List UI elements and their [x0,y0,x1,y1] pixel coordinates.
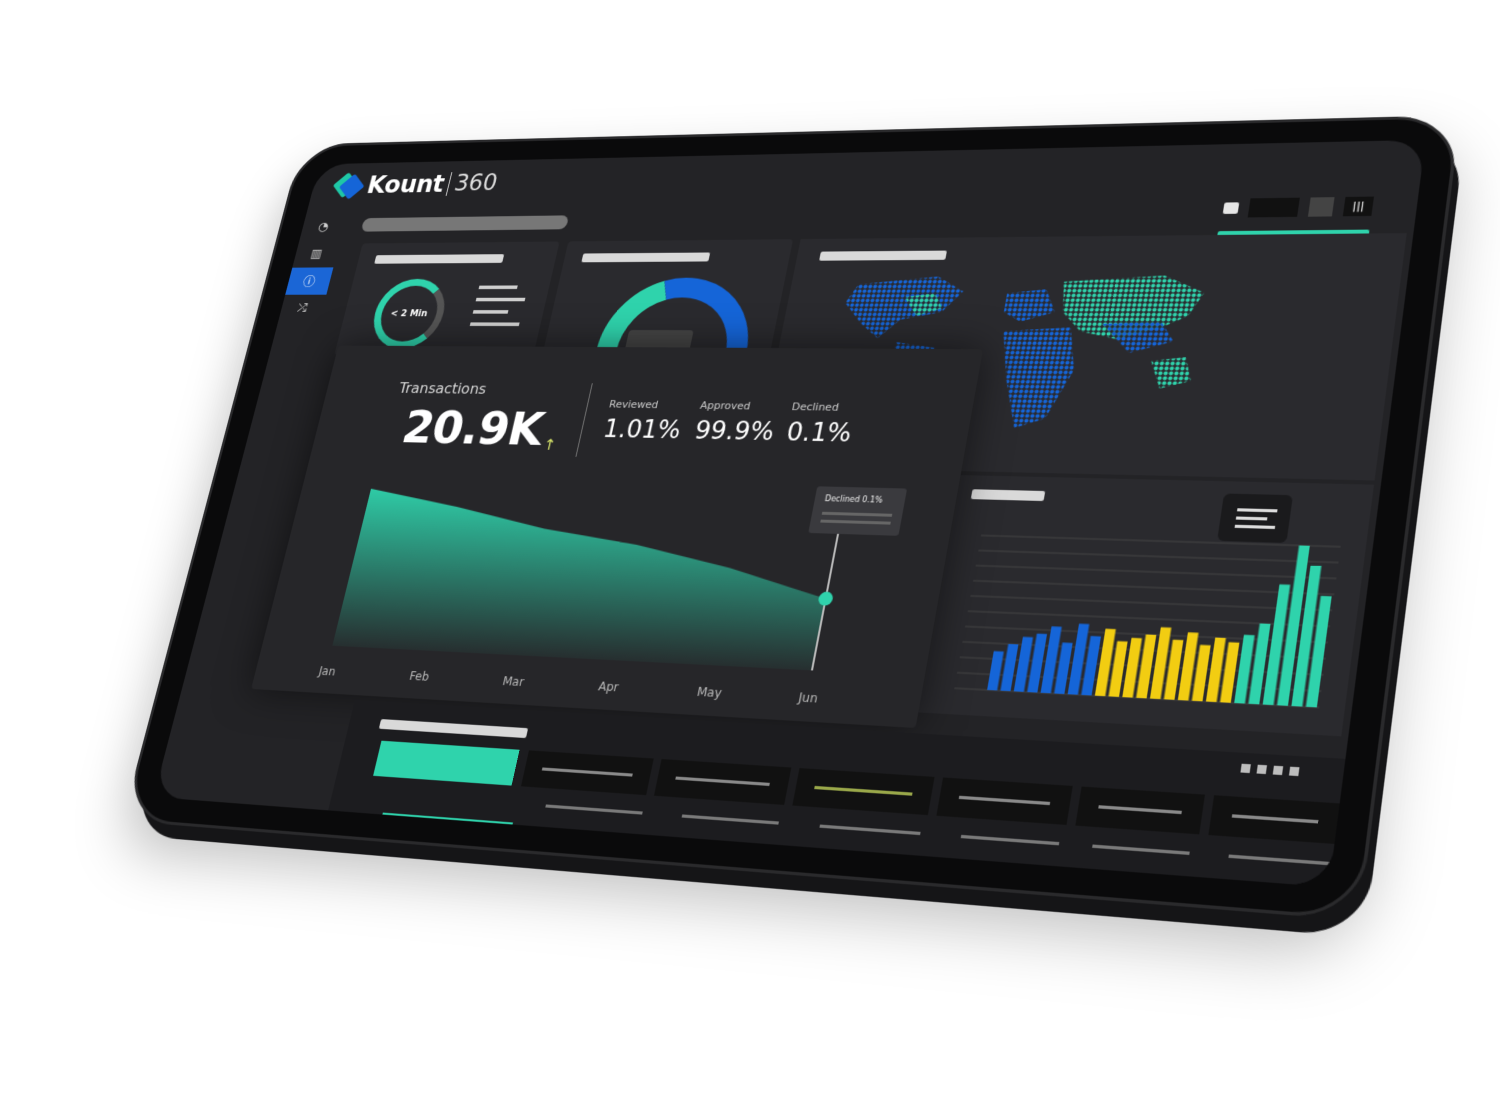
map-north-america [838,276,967,339]
stat-approved: Approved 99.9% [692,399,780,446]
legend-line [469,322,520,327]
stat-value: 99.9% [691,417,777,447]
x-tick-label: Mar [501,674,526,690]
notification-chip[interactable] [1222,202,1240,214]
menu-icon[interactable]: ||| [1342,196,1374,217]
tab-7[interactable] [1208,795,1343,845]
pagination-dots[interactable] [1240,763,1300,777]
header-block[interactable] [1247,197,1300,218]
donut-card [541,239,794,359]
bar-chart-icon: ▥ [309,247,324,261]
time-gauge: < 2 Min [366,278,452,349]
brand-logo: Kount 360 [332,169,501,200]
stage: Kount 360 ◔ ▥ ⓘ ⤮ ||| < 2 Min Transactio… [0,0,1500,1105]
legend-line [475,297,526,302]
sidebar: ◔ ▥ ⓘ ⤮ [278,213,347,322]
map-africa [986,327,1082,429]
stat-label: Declined [790,400,840,414]
active-tab-indicator [382,812,513,826]
sidebar-item-shuffle[interactable]: ⤮ [278,295,326,322]
tab-2[interactable] [521,750,654,796]
shuffle-icon: ⤮ [295,301,309,316]
gauge-label: < 2 Min [389,308,429,319]
card-title-placeholder [374,254,505,264]
stat-value: 1.01% [600,415,684,445]
legend-line [472,310,509,314]
bar[interactable] [987,651,1004,691]
transactions-label: Transactions [397,379,489,398]
header-block-secondary[interactable] [1307,197,1335,217]
tab-subline [545,804,643,815]
panel-title-placeholder [378,719,529,739]
transactions-value: 20.9K [397,400,549,456]
info-icon: ⓘ [301,275,317,289]
stat-value: 0.1% [783,418,855,449]
sidebar-item-info[interactable]: ⓘ [285,267,334,295]
sidebar-item-gauge[interactable]: ◔ [299,213,347,240]
donut-chart [542,239,793,358]
tab-subline [819,824,921,836]
brand-suffix: 360 [451,169,501,197]
stats-divider [575,383,593,457]
stat-label: Approved [699,399,752,413]
tab-subline [681,814,779,825]
tab-subline [1228,854,1330,866]
tab-subline [1092,844,1190,855]
tab-5[interactable] [936,777,1073,825]
trend-up-icon: ↑ [541,435,558,454]
tab-4[interactable] [792,768,935,816]
x-tick-label: Apr [597,679,620,695]
map-europe [1002,289,1059,322]
x-tick-label: Jan [317,664,337,679]
grid-line [981,535,1341,546]
tooltip-text: Declined 0.1% [824,494,884,505]
dashboard-screen: Kount 360 ◔ ▥ ⓘ ⤮ ||| < 2 Min Transactio… [153,139,1426,888]
legend-line [478,285,518,290]
x-tick-label: Jun [797,690,819,706]
stat-reviewed: Reviewed 1.01% [601,398,688,445]
tab-3[interactable] [654,759,792,805]
volume-bar-chart [918,475,1374,736]
area-series [332,488,845,671]
tab-subline [960,834,1060,846]
tab-1[interactable] [373,740,520,786]
header-controls: ||| [1222,196,1374,218]
chart-tooltip: Declined 0.1% [808,486,908,536]
grid-line [978,550,1338,562]
sidebar-item-reports[interactable]: ▥ [292,240,340,267]
stat-declined: Declined 0.1% [784,401,858,449]
search-input[interactable] [360,215,570,232]
stat-label: Reviewed [607,398,660,411]
x-tick-label: Feb [408,669,431,684]
kount-logo-icon [332,171,365,200]
gauge-card: < 2 Min [334,241,560,357]
brand-name: Kount [364,169,448,199]
transactions-card: Transactions 20.9K ↑ Reviewed 1.01% Appr… [251,345,984,729]
tab-6[interactable] [1075,786,1205,835]
grid-line [976,566,1337,579]
map-australia [1146,356,1195,389]
gauge-icon: ◔ [316,220,331,234]
tablet-frame: Kount 360 ◔ ▥ ⓘ ⤮ ||| < 2 Min Transactio… [122,115,1461,921]
volume-bar-chart-card [918,475,1375,737]
x-tick-label: May [695,684,723,701]
